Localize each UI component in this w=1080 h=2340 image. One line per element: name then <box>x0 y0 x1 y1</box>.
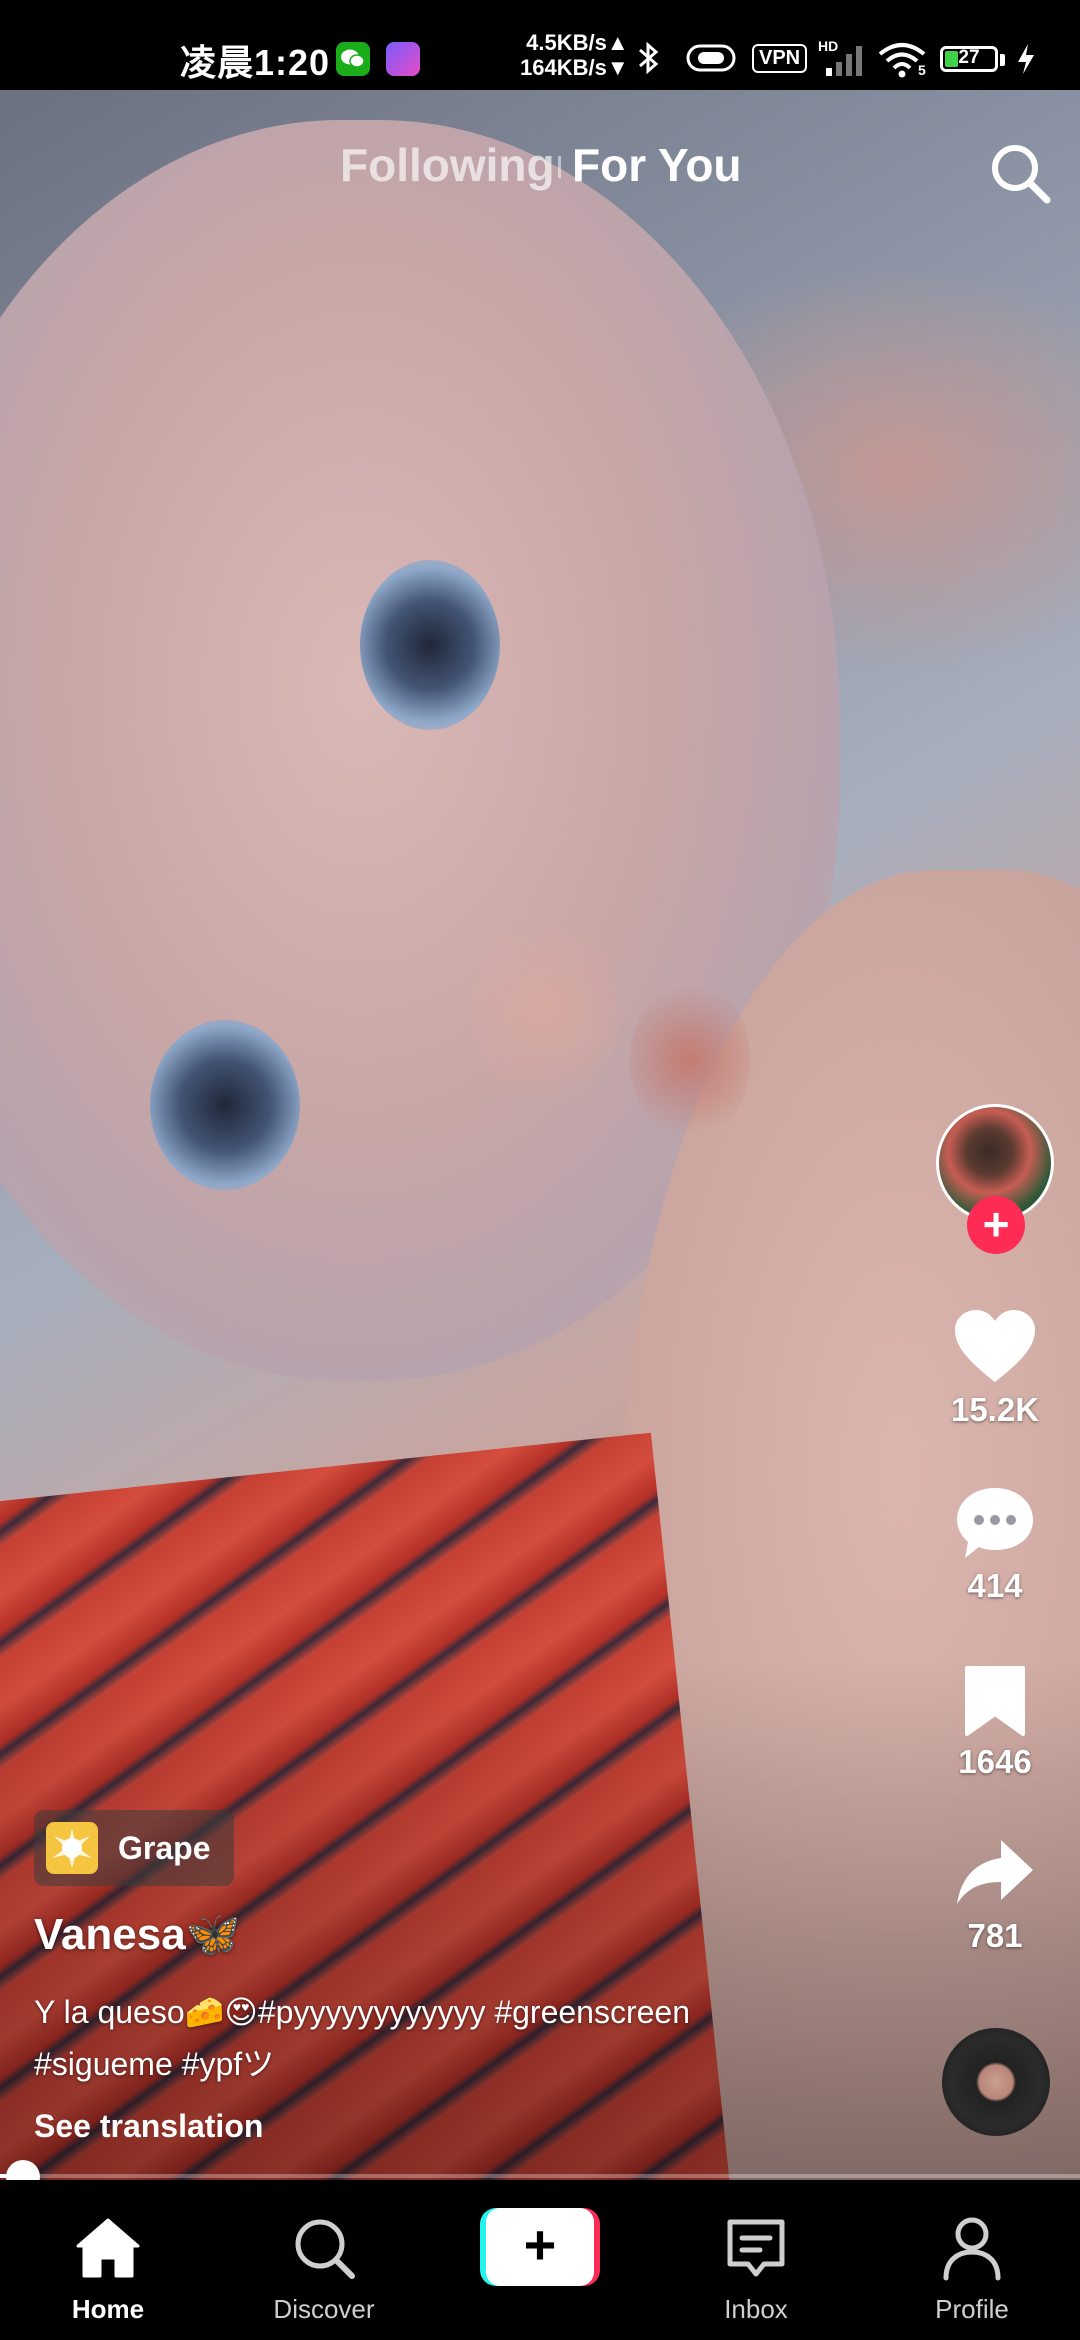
music-disc[interactable] <box>942 2028 1050 2136</box>
like-button[interactable]: 15.2K <box>930 1308 1060 1429</box>
battery-indicator: 27 <box>940 46 998 72</box>
battery-percent: 27 <box>958 47 980 68</box>
battery-tip <box>1000 54 1005 66</box>
caption-line-2: #sigueme #ypfツ <box>34 2046 275 2082</box>
home-icon <box>76 2218 140 2278</box>
share-icon <box>957 1840 1033 1904</box>
see-translation-link[interactable]: See translation <box>34 2108 263 2145</box>
tab-for-you[interactable]: For You <box>572 138 742 192</box>
vpn-badge: VPN <box>752 44 808 73</box>
nav-home-label: Home <box>71 2294 145 2324</box>
nav-inbox[interactable]: Inbox <box>648 2180 864 2340</box>
nav-profile[interactable]: Profile <box>864 2180 1080 2340</box>
share-button[interactable]: 781 <box>930 1834 1060 1955</box>
tab-following[interactable]: Following <box>340 138 555 192</box>
plus-icon: + <box>486 2208 594 2286</box>
nav-discover-label: Discover <box>273 2294 375 2324</box>
profile-icon <box>943 2217 1001 2281</box>
vibrate-icon <box>686 44 736 72</box>
wechat-icon <box>336 42 370 76</box>
comment-icon <box>957 1488 1033 1558</box>
comment-button[interactable]: 414 <box>930 1484 1060 1605</box>
effect-chip[interactable]: Grape <box>34 1810 234 1886</box>
nav-profile-label: Profile <box>935 2294 1009 2324</box>
status-bar: 凌晨1:20 4.5KB/s▲ 164KB/s▼ VPN HD 5 27 <box>0 0 1080 90</box>
app-icon <box>386 42 420 76</box>
bluetooth-icon <box>639 41 659 75</box>
post-caption[interactable]: Y la queso🧀😍#pyyyyyyyyyyyy #greenscreen … <box>34 1986 814 2090</box>
effect-label: Grape <box>118 1830 211 1866</box>
signal-icon <box>826 46 862 76</box>
discover-search-icon <box>295 2219 355 2279</box>
heart-icon <box>955 1310 1035 1382</box>
status-time: 凌晨1:20 <box>180 42 331 83</box>
inbox-icon <box>727 2219 785 2277</box>
create-button[interactable]: + <box>480 2208 600 2286</box>
save-count: 1646 <box>958 1743 1032 1780</box>
share-count: 781 <box>967 1917 1023 1954</box>
net-down: 164KB/s▼ <box>520 55 629 80</box>
nav-inbox-label: Inbox <box>724 2294 788 2324</box>
caption-line-1: Y la queso🧀😍#pyyyyyyyyyyyy #greenscreen <box>34 1994 691 2030</box>
net-up: 4.5KB/s▲ <box>526 30 629 55</box>
network-speed: 4.5KB/s▲ 164KB/s▼ <box>520 30 629 80</box>
wifi-level: 5 <box>918 62 926 78</box>
video-progress-bar[interactable] <box>0 2174 1080 2178</box>
bookmark-icon <box>965 1666 1025 1736</box>
search-icon[interactable] <box>985 138 1055 208</box>
comment-count: 414 <box>967 1567 1023 1604</box>
charging-icon <box>1018 44 1034 74</box>
tab-divider <box>558 156 561 178</box>
follow-button[interactable]: + <box>967 1196 1025 1254</box>
like-count: 15.2K <box>950 1391 1040 1428</box>
nav-discover[interactable]: Discover <box>216 2180 432 2340</box>
save-button[interactable]: 1646 <box>930 1664 1060 1781</box>
nav-home[interactable]: Home <box>0 2180 216 2340</box>
effect-icon <box>46 1822 98 1874</box>
bottom-nav: Home Discover + Inbox Profile <box>0 2180 1080 2340</box>
creator-username[interactable]: Vanesa🦋 <box>34 1908 240 1960</box>
